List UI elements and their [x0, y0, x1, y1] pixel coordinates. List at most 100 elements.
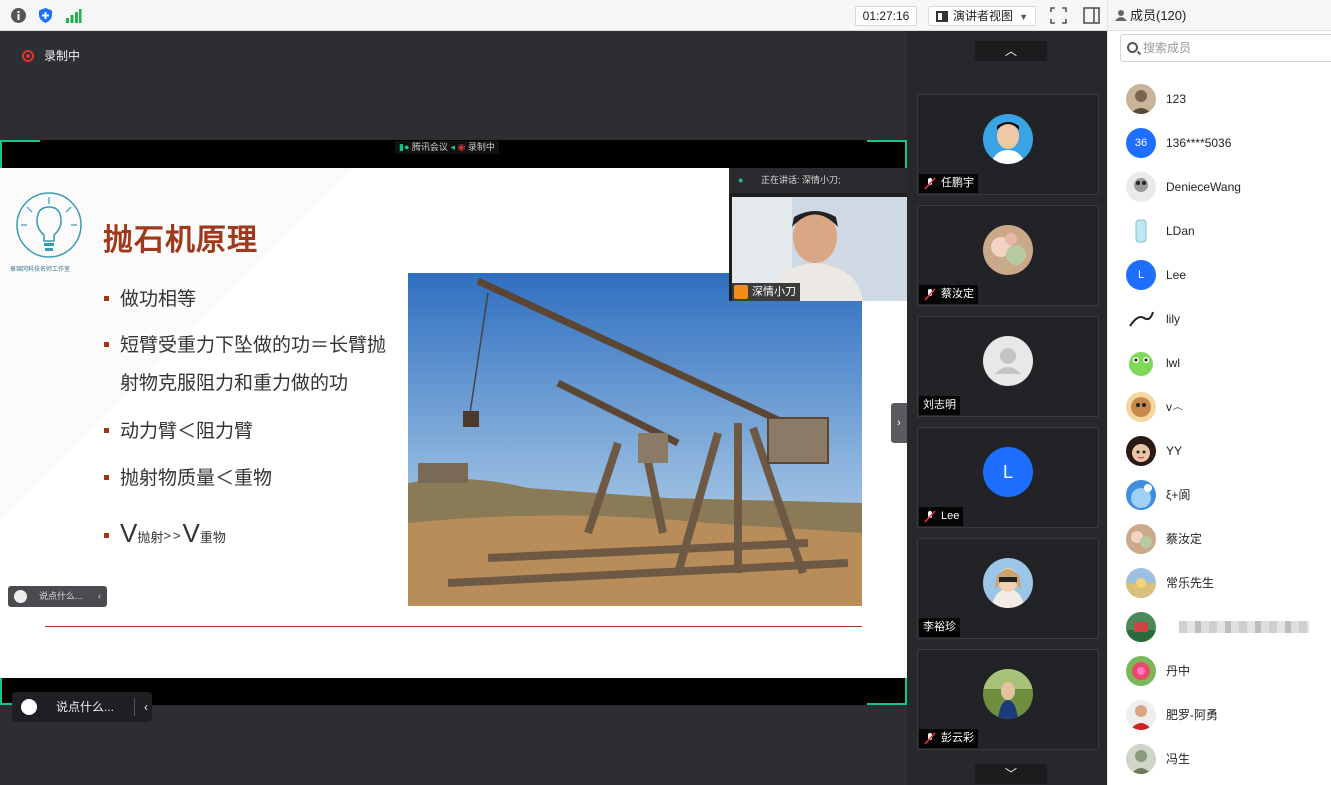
chevron-left-icon[interactable]: ‹ — [144, 692, 148, 722]
member-name: v෴ — [1166, 400, 1184, 414]
fullscreen-icon[interactable] — [1050, 7, 1067, 24]
member-item[interactable]: v෴ — [1126, 392, 1326, 422]
member-name: 136****5036 — [1166, 136, 1232, 150]
member-item[interactable]: LDan — [1126, 216, 1326, 246]
member-search-input[interactable]: 搜索成员 — [1120, 34, 1331, 62]
chat-placeholder: 说点什么... — [39, 591, 83, 601]
emoji-icon — [14, 590, 27, 603]
avatar: L — [1126, 260, 1156, 290]
share-border-corner — [867, 140, 907, 170]
avatar — [983, 225, 1033, 275]
avatar — [1126, 656, 1156, 686]
avatar — [1126, 392, 1156, 422]
member-item[interactable]: lily — [1126, 304, 1326, 334]
participant-name: 蔡汝定 — [941, 288, 974, 300]
member-item[interactable]: DenieceWang — [1126, 172, 1326, 202]
recording-indicator: 录制中 — [22, 47, 80, 64]
participant-tile[interactable]: L Lee — [917, 427, 1099, 528]
signal-icon: ▮● — [399, 142, 410, 152]
scroll-down-button[interactable]: ﹀ — [975, 764, 1047, 784]
avatar — [1126, 700, 1156, 730]
member-item[interactable]: YY — [1126, 436, 1326, 466]
slide-bullet: 做功相等 — [104, 281, 196, 319]
avatar — [1126, 216, 1156, 246]
emoji-icon[interactable] — [21, 699, 37, 715]
participant-name-tag: 李裕珍 — [919, 618, 960, 637]
member-item[interactable]: 蔡汝定 — [1126, 524, 1326, 554]
mic-icon: ● — [738, 175, 744, 185]
scroll-up-button[interactable]: ︿ — [975, 41, 1047, 61]
participant-tile[interactable]: 李裕珍 — [917, 538, 1099, 639]
slide-bullet: 抛射物质量＜重物 — [104, 460, 272, 498]
participant-tile[interactable]: 刘志明 — [917, 316, 1099, 417]
member-item[interactable]: 常乐先生 — [1126, 568, 1326, 598]
recording-label: 录制中 — [44, 49, 81, 63]
chat-placeholder: 说点什么... — [56, 700, 115, 714]
avatar — [1126, 744, 1156, 774]
avatar — [983, 669, 1033, 719]
search-icon — [1127, 42, 1138, 53]
sidebar-toggle-icon[interactable] — [1083, 7, 1100, 24]
video-gallery: ︿ 任鹏宇 蔡汝定 刘志明 L Lee 李裕珍 彭云彩 ﹀ — [907, 31, 1107, 785]
formula-operator: >> — [163, 528, 183, 543]
participant-tile[interactable]: 彭云彩 — [917, 649, 1099, 750]
share-border-corner — [0, 140, 40, 170]
participant-name-tag: 蔡汝定 — [919, 285, 978, 304]
mic-muted-icon — [924, 510, 936, 523]
member-name: Lee — [1166, 268, 1187, 282]
share-border-corner — [867, 675, 907, 705]
participant-name: 任鹏宇 — [941, 177, 974, 189]
share-app-label: 腾讯会议 — [411, 142, 448, 152]
member-item[interactable] — [1126, 612, 1326, 642]
avatar — [1126, 524, 1156, 554]
avatar — [1126, 436, 1156, 466]
speaker-name-tag: 深情小刀 — [732, 283, 800, 301]
avatar — [1126, 84, 1156, 114]
member-name: 冯生 — [1166, 752, 1191, 766]
member-item[interactable]: ξ+阆 — [1126, 480, 1326, 510]
signal-icon[interactable] — [65, 7, 82, 24]
member-item[interactable]: 肥罗-阿勇 — [1126, 700, 1326, 730]
mic-muted-icon — [924, 177, 936, 190]
bullet-continuation: 射物克服阻力和重力做的功 — [120, 373, 349, 394]
divider — [134, 698, 135, 716]
speaker-overlay[interactable]: ● 正在讲话: 深情小刀; 深情小刀 — [729, 168, 907, 301]
chat-input[interactable]: 说点什么... ‹ — [12, 692, 152, 722]
speaker-icon: ◂ — [450, 142, 455, 152]
chevron-left-icon: ‹ — [98, 591, 101, 601]
shield-icon[interactable] — [37, 7, 54, 24]
member-name: LDan — [1166, 224, 1195, 238]
members-count: 成员(120) — [1130, 8, 1187, 23]
slide-title: 抛石机原理 — [103, 224, 258, 257]
share-rec-label: 录制中 — [467, 142, 495, 152]
chevron-down-icon: ▼ — [1019, 12, 1028, 22]
speaker-view-dropdown[interactable]: 演讲者视图 ▼ — [928, 6, 1036, 26]
collapse-gallery-handle[interactable]: › — [891, 403, 907, 443]
member-name: 肥罗-阿勇 — [1166, 708, 1218, 722]
member-item[interactable]: 123 — [1126, 84, 1326, 114]
member-item[interactable]: L Lee — [1126, 260, 1326, 290]
meeting-timer: 01:27:16 — [855, 6, 917, 26]
blurred-name — [1179, 621, 1309, 633]
participant-name-tag: 刘志明 — [919, 396, 960, 415]
avatar — [1126, 612, 1156, 642]
info-icon[interactable] — [10, 7, 27, 24]
participant-tile[interactable]: 蔡汝定 — [917, 205, 1099, 306]
search-placeholder: 搜索成员 — [1143, 41, 1192, 55]
member-item[interactable]: lwl — [1126, 348, 1326, 378]
avatar — [983, 558, 1033, 608]
avatar — [1126, 480, 1156, 510]
participant-name-tag: 彭云彩 — [919, 729, 978, 748]
speaker-header-label: 正在讲话: 深情小刀; — [761, 175, 841, 185]
trebuchet-photo — [408, 273, 862, 606]
member-item[interactable]: 36 136****5036 — [1126, 128, 1326, 158]
participant-tile[interactable]: 任鹏宇 — [917, 94, 1099, 195]
member-name: 丹中 — [1166, 664, 1191, 678]
screen-share: ▮● 腾讯会议 ◂ ◉ 录制中 章锦冈科技名师工作室 抛石机原理 做功相等 短臂… — [0, 140, 907, 705]
avatar — [1126, 172, 1156, 202]
member-item[interactable]: 冯生 — [1126, 744, 1326, 774]
member-item[interactable]: 丹中 — [1126, 656, 1326, 686]
studio-logo-icon — [16, 192, 82, 258]
formula-sub2: 重物 — [199, 530, 226, 545]
avatar — [1126, 348, 1156, 378]
